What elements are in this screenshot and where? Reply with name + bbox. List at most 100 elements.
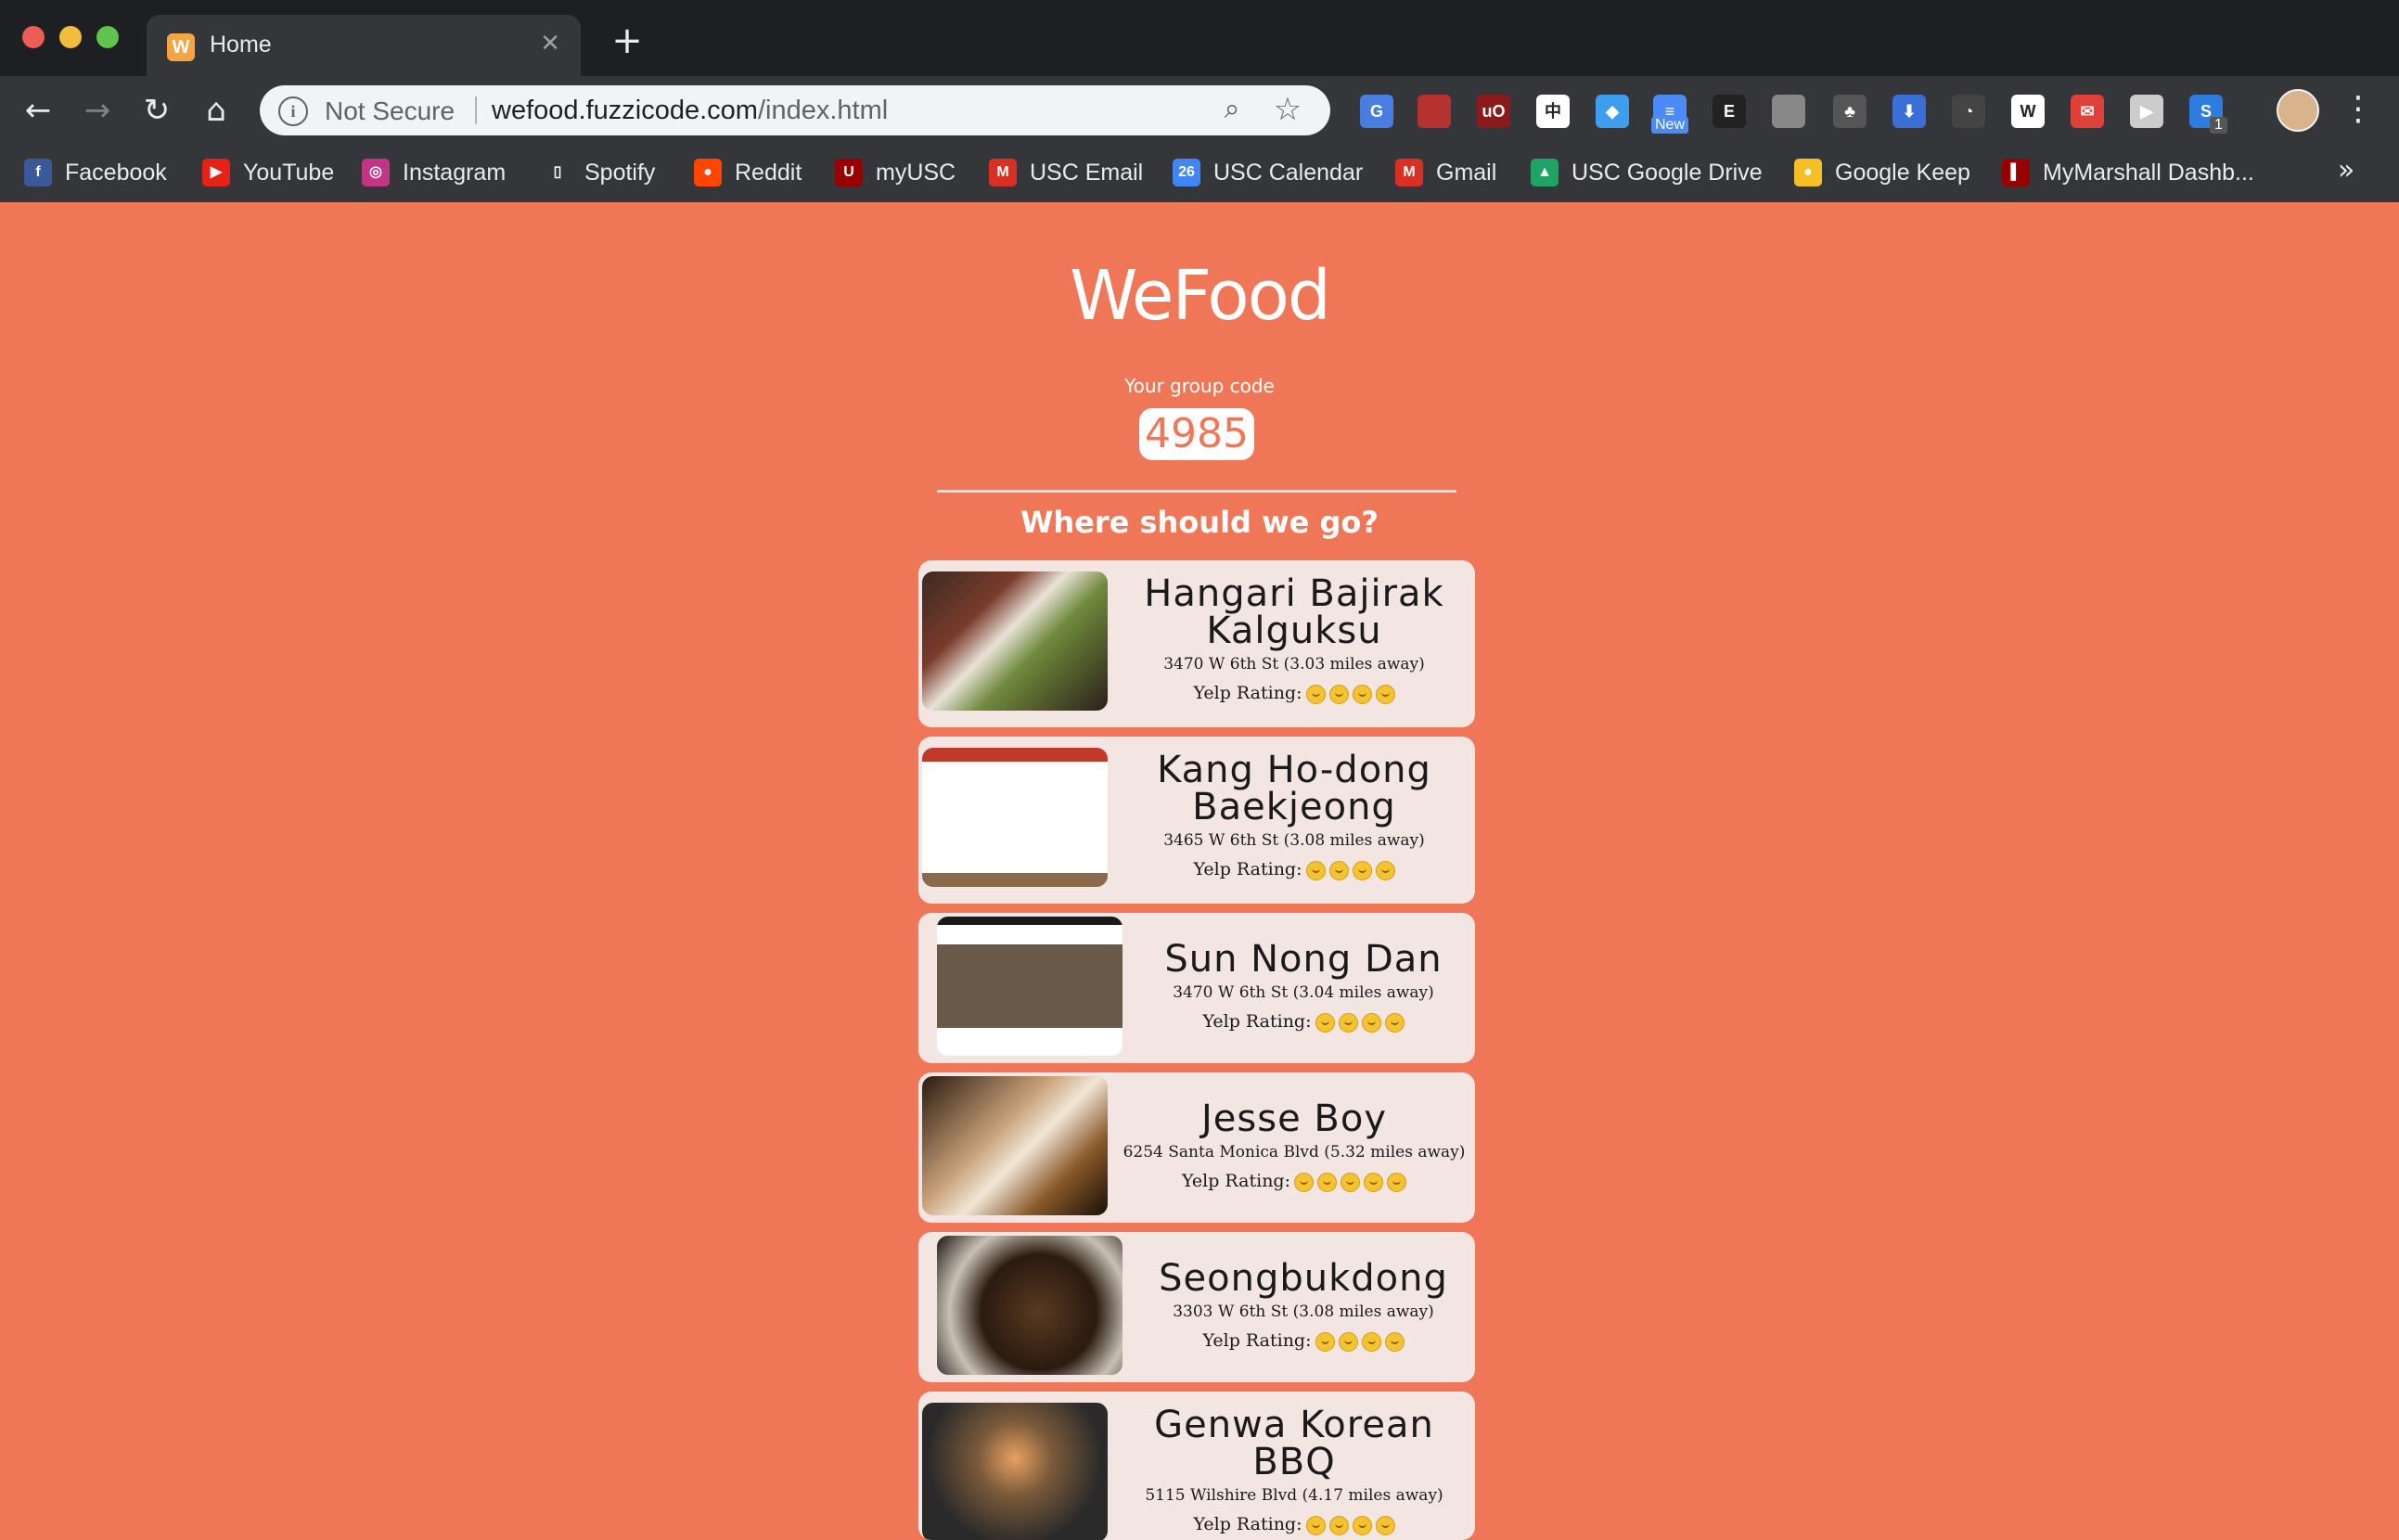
close-window-button[interactable] bbox=[22, 26, 45, 48]
rating-emoji-icon bbox=[1384, 1331, 1405, 1352]
restaurant-card[interactable]: Sun Nong Dan 3470 W 6th St (3.04 miles aw… bbox=[918, 913, 1475, 1063]
forward-button[interactable]: → bbox=[76, 89, 119, 132]
bookmark-label: USC Email bbox=[1030, 159, 1144, 186]
tab-home[interactable]: W Home ✕ bbox=[147, 15, 581, 76]
rating-emoji-icon bbox=[1361, 1012, 1381, 1033]
ublock-icon[interactable]: uO bbox=[1477, 95, 1510, 128]
bookmark-gmail[interactable]: M Gmail bbox=[1395, 154, 1496, 191]
bookmark-myusc[interactable]: UmyUSC bbox=[835, 154, 956, 191]
bookmarks-overflow-button[interactable]: » bbox=[2338, 154, 2354, 186]
restaurant-info: Sun Nong Dan 3470 W 6th St (3.04 miles aw… bbox=[1132, 913, 1475, 1063]
bookmark-instagram[interactable]: ◎ Instagram bbox=[362, 154, 506, 191]
book-icon[interactable] bbox=[1418, 95, 1451, 128]
restaurant-info: Hangari Bajirak Kalguksu 3470 W 6th St (3… bbox=[1113, 560, 1475, 727]
e-extension-icon[interactable]: E bbox=[1713, 95, 1746, 128]
restaurant-card[interactable]: Seongbukdong 3303 W 6th St (3.08 miles aw… bbox=[918, 1232, 1475, 1382]
url-text[interactable]: wefood.fuzzicode.com/index.html bbox=[492, 96, 888, 126]
restaurant-photo bbox=[922, 571, 1108, 711]
calendar-icon: 26 bbox=[1173, 159, 1200, 186]
restaurant-info: Jesse Boy 6254 Santa Monica Blvd (5.32 mi… bbox=[1113, 1072, 1475, 1223]
restaurant-info: Genwa Korean BBQ 5115 Wilshire Blvd (4.17… bbox=[1113, 1392, 1475, 1540]
bookmark-usc-email[interactable]: M USC Email bbox=[989, 154, 1143, 191]
rating-emoji-icon bbox=[1341, 1172, 1360, 1192]
address-bar[interactable]: i Not Secure wefood.fuzzicode.com/index.… bbox=[260, 85, 1330, 135]
facebook-icon: f bbox=[24, 159, 52, 186]
speedometer-icon[interactable]: ◔ bbox=[1952, 95, 1985, 128]
browser-toolbar: ← → ↻ ⌂ i Not Secure wefood.fuzzicode.co… bbox=[0, 76, 2399, 145]
restaurant-photo bbox=[922, 1403, 1108, 1540]
restaurant-info: Seongbukdong 3303 W 6th St (3.08 miles aw… bbox=[1132, 1232, 1475, 1382]
bookmark-reddit[interactable]: ● Reddit bbox=[694, 154, 802, 191]
bookmark-usc-calendar[interactable]: 26 USC Calendar bbox=[1173, 154, 1363, 191]
instagram-icon: ◎ bbox=[362, 159, 390, 186]
gem-icon[interactable]: ◆ bbox=[1596, 95, 1629, 128]
reddit-icon: ● bbox=[694, 159, 722, 186]
home-button[interactable]: ⌂ bbox=[195, 89, 237, 132]
rating-emoji-icon bbox=[1384, 1012, 1405, 1033]
image-extension-icon[interactable] bbox=[1772, 95, 1805, 128]
restaurant-address: 3470 W 6th St (3.03 miles away) bbox=[1163, 655, 1425, 674]
restaurant-card[interactable]: Genwa Korean BBQ 5115 Wilshire Blvd (4.17… bbox=[918, 1392, 1475, 1540]
download-icon[interactable]: ⬇ bbox=[1892, 95, 1926, 128]
rating-emoji-icon bbox=[1352, 684, 1372, 704]
close-tab-icon[interactable]: ✕ bbox=[540, 30, 560, 58]
new-tab-button[interactable]: + bbox=[607, 22, 648, 63]
bookmark-usc-google-drive[interactable]: ▲ USC Google Drive bbox=[1531, 154, 1763, 191]
bookmark-label: Google Keep bbox=[1835, 159, 1970, 186]
bookmark-spotify[interactable]: ▯ Spotify bbox=[544, 154, 655, 191]
wikipedia-icon[interactable]: W bbox=[2011, 95, 2045, 128]
restaurant-photo bbox=[922, 1076, 1108, 1215]
wefood-logo: WeFood bbox=[1070, 256, 1331, 336]
profile-avatar[interactable] bbox=[2277, 89, 2319, 132]
restaurant-address: 3303 W 6th St (3.08 miles away) bbox=[1173, 1303, 1434, 1321]
rating-emoji-icon bbox=[1328, 860, 1349, 880]
restaurant-photo bbox=[937, 1236, 1123, 1375]
restaurant-photo bbox=[937, 917, 1123, 1056]
restaurant-card[interactable]: Jesse Boy 6254 Santa Monica Blvd (5.32 mi… bbox=[918, 1072, 1475, 1223]
rating-emoji-icon bbox=[1387, 1172, 1406, 1192]
tree-icon[interactable]: ♣ bbox=[1833, 95, 1867, 128]
bookmark-youtube[interactable]: ▶ YouTube bbox=[202, 154, 334, 191]
bookmark-facebook[interactable]: f Facebook bbox=[24, 154, 167, 191]
bookmark-mymarshall-dashb[interactable]: ▌ MyMarshall Dashb... bbox=[2002, 154, 2254, 191]
bookmark-label: YouTube bbox=[243, 159, 335, 186]
translate-icon[interactable]: G bbox=[1360, 95, 1393, 128]
minimize-window-button[interactable] bbox=[59, 26, 82, 48]
yelp-rating-label: Yelp Rating: bbox=[1193, 1514, 1302, 1534]
marshall-icon: ▌ bbox=[2002, 159, 2030, 186]
restaurant-card[interactable]: Kang Ho-dong Baekjeong 3465 W 6th St (3.0… bbox=[918, 737, 1475, 904]
restaurant-address: 3465 W 6th St (3.08 miles away) bbox=[1163, 831, 1425, 850]
extension-count-badge: 1 bbox=[2210, 117, 2227, 134]
rating-emoji-icon bbox=[1364, 1172, 1383, 1192]
rating-emoji-icon bbox=[1305, 860, 1326, 880]
bookmark-google-keep[interactable]: ● Google Keep bbox=[1794, 154, 1970, 191]
page-question: Where should we go? bbox=[1020, 505, 1379, 540]
kanji-icon[interactable]: 中 bbox=[1536, 95, 1570, 128]
reload-button[interactable]: ↻ bbox=[135, 89, 178, 132]
rating-emoji-icon bbox=[1315, 1012, 1335, 1033]
bookmark-label: USC Calendar bbox=[1213, 159, 1364, 186]
usc-icon: U bbox=[835, 159, 863, 186]
wefood-favicon-icon: W bbox=[167, 33, 195, 61]
browser-chrome: W Home ✕ + ← → ↻ ⌂ i Not Secure wefood.f… bbox=[0, 0, 2399, 202]
restaurant-info: Kang Ho-dong Baekjeong 3465 W 6th St (3.0… bbox=[1113, 737, 1475, 904]
bookmark-label: Reddit bbox=[735, 159, 802, 186]
bookmark-label: Gmail bbox=[1436, 159, 1497, 186]
maximize-window-button[interactable] bbox=[96, 26, 119, 48]
browser-menu-icon[interactable]: ⋮ bbox=[2341, 89, 2375, 132]
rating-emoji-icon bbox=[1328, 684, 1349, 704]
restaurant-name: Jesse Boy bbox=[1201, 1097, 1387, 1140]
rating-emoji-icon bbox=[1305, 684, 1326, 704]
bookmark-star-icon[interactable]: ☆ bbox=[1271, 91, 1304, 128]
back-button[interactable]: ← bbox=[17, 89, 59, 132]
info-icon[interactable]: i bbox=[278, 96, 308, 126]
video-icon[interactable]: ▶ bbox=[2130, 95, 2163, 128]
zoom-icon[interactable]: ⌕ bbox=[1215, 93, 1249, 126]
new-badge: New bbox=[1651, 117, 1689, 134]
rating-emoji-icon bbox=[1338, 1012, 1358, 1033]
restaurant-card[interactable]: Hangari Bajirak Kalguksu 3470 W 6th St (3… bbox=[918, 560, 1475, 727]
yelp-rating-label: Yelp Rating: bbox=[1193, 859, 1302, 879]
gmail-icon: M bbox=[1395, 159, 1423, 186]
gift-icon[interactable]: ✉ bbox=[2071, 95, 2104, 128]
restaurant-address: 3470 W 6th St (3.04 miles away) bbox=[1173, 983, 1434, 1002]
